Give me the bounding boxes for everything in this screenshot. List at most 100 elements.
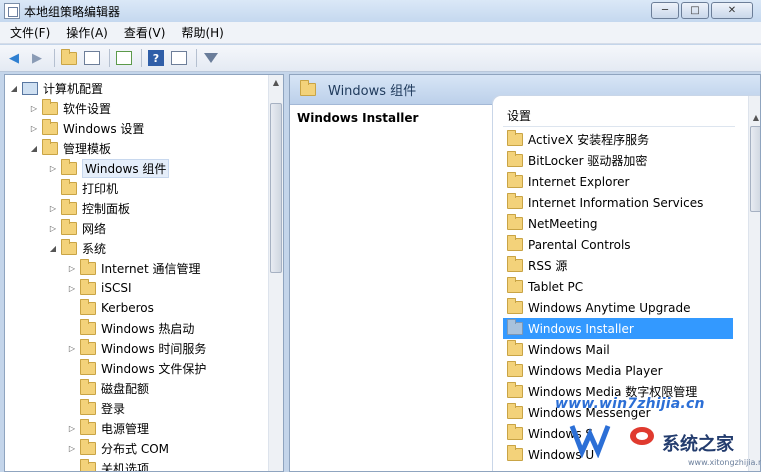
collapsed-triangle-icon[interactable]: ▷ bbox=[48, 223, 58, 233]
show-hide-tree-icon[interactable] bbox=[82, 48, 102, 68]
export-list-icon[interactable] bbox=[114, 48, 134, 68]
tree-item[interactable]: Kerberos bbox=[67, 298, 154, 318]
tree-item-label: 磁盘配额 bbox=[101, 381, 150, 396]
list-item[interactable]: Windows Anytime Upgrade bbox=[503, 297, 733, 318]
forward-arrow-icon[interactable]: ▶ bbox=[27, 48, 47, 68]
folder-icon bbox=[507, 403, 523, 419]
tree-pane[interactable]: ◢ 计算机配置 ▷ 软件设置 ▷ Windows 设置 ◢ 管理模板 ▷ Win… bbox=[4, 74, 284, 472]
folder-icon bbox=[61, 198, 77, 215]
settings-list[interactable]: 设置 ActiveX 安装程序服务 BitLocker 驱动器加密 Intern… bbox=[493, 96, 760, 471]
menu-file[interactable]: 文件(F) bbox=[2, 24, 58, 41]
tree-item[interactable]: Windows 热启动 bbox=[67, 318, 194, 338]
list-item[interactable]: NetMeeting bbox=[503, 213, 733, 234]
list-item[interactable]: Internet Explorer bbox=[503, 171, 733, 192]
properties-icon[interactable] bbox=[169, 48, 189, 68]
menu-help[interactable]: 帮助(H) bbox=[173, 24, 231, 41]
folder-icon bbox=[507, 445, 523, 461]
scroll-thumb[interactable] bbox=[750, 126, 760, 212]
list-item[interactable]: Windows Media Player bbox=[503, 360, 733, 381]
tree-item-label: 电源管理 bbox=[101, 421, 150, 436]
tree-item[interactable]: ▷ iSCSI bbox=[67, 278, 132, 298]
list-item[interactable]: Internet Information Services bbox=[503, 192, 733, 213]
folder-icon bbox=[80, 458, 96, 471]
toolbar-separator bbox=[54, 49, 55, 67]
folder-icon bbox=[507, 319, 523, 335]
list-item[interactable]: BitLocker 驱动器加密 bbox=[503, 150, 733, 171]
collapsed-triangle-icon[interactable]: ▷ bbox=[29, 103, 39, 113]
tree-item-label: 登录 bbox=[101, 401, 126, 416]
tree-item[interactable]: ▷ 控制面板 bbox=[48, 198, 130, 218]
folder-icon bbox=[507, 235, 523, 251]
close-button[interactable]: ✕ bbox=[711, 2, 753, 19]
tree-item-computer-config[interactable]: ◢ 计算机配置 bbox=[9, 78, 103, 98]
collapsed-triangle-icon[interactable]: ▷ bbox=[29, 123, 39, 133]
tree-item[interactable]: ◢ 管理模板 bbox=[29, 138, 111, 158]
folder-icon bbox=[80, 318, 96, 335]
tree-item-label: 软件设置 bbox=[63, 101, 112, 116]
watermark-url: www.win7zhijia.cn bbox=[555, 396, 705, 412]
tree-item[interactable]: ▷ Windows 设置 bbox=[29, 118, 144, 138]
folder-icon bbox=[507, 151, 523, 167]
list-item[interactable]: Parental Controls bbox=[503, 234, 733, 255]
collapsed-triangle-icon[interactable]: ▷ bbox=[67, 443, 77, 453]
details-pane: Windows 组件 Windows Installer 设置 ActiveX … bbox=[289, 74, 761, 472]
expanded-triangle-icon[interactable]: ◢ bbox=[48, 243, 58, 253]
scroll-thumb[interactable] bbox=[270, 103, 282, 273]
menu-action[interactable]: 操作(A) bbox=[58, 24, 116, 41]
tree-item-label: Internet 通信管理 bbox=[101, 261, 201, 276]
tree-item-label: 系统 bbox=[82, 241, 107, 256]
menu-view[interactable]: 查看(V) bbox=[116, 24, 174, 41]
list-item[interactable]: RSS 源 bbox=[503, 255, 733, 276]
list-item[interactable]: ActiveX 安装程序服务 bbox=[503, 129, 733, 150]
column-header-settings[interactable]: 设置 bbox=[507, 107, 531, 124]
tree-item[interactable]: ▷ 电源管理 bbox=[67, 418, 149, 438]
scroll-up-arrow-icon[interactable]: ▲ bbox=[749, 110, 760, 124]
folder-icon bbox=[42, 138, 58, 155]
back-arrow-icon[interactable]: ◀ bbox=[4, 48, 24, 68]
expanded-triangle-icon[interactable]: ◢ bbox=[29, 143, 39, 153]
expanded-triangle-icon[interactable]: ◢ bbox=[9, 83, 19, 93]
collapsed-triangle-icon[interactable]: ▷ bbox=[67, 343, 77, 353]
list-item[interactable]: Tablet PC bbox=[503, 276, 733, 297]
list-item-label: RSS 源 bbox=[528, 259, 568, 273]
folder-icon bbox=[80, 298, 96, 315]
folder-icon bbox=[507, 340, 523, 356]
scroll-up-arrow-icon[interactable]: ▲ bbox=[269, 75, 283, 89]
tree-item-label: 分布式 COM bbox=[101, 441, 169, 456]
tree-item[interactable]: 关机选项 bbox=[67, 458, 149, 471]
collapsed-triangle-icon[interactable]: ▷ bbox=[67, 423, 77, 433]
list-item[interactable]: Windows Mail bbox=[503, 339, 733, 360]
collapsed-triangle-icon[interactable]: ▷ bbox=[48, 163, 58, 173]
minimize-button[interactable]: ─ bbox=[651, 2, 679, 19]
up-folder-icon[interactable] bbox=[59, 48, 79, 68]
window-title: 本地组策略编辑器 bbox=[24, 4, 121, 19]
filter-icon[interactable] bbox=[201, 48, 221, 68]
tree-item[interactable]: ◢ 系统 bbox=[48, 238, 106, 258]
folder-icon bbox=[507, 424, 523, 440]
toolbar-separator bbox=[109, 49, 110, 67]
collapsed-triangle-icon[interactable]: ▷ bbox=[67, 283, 77, 293]
tree-item[interactable]: 磁盘配额 bbox=[67, 378, 149, 398]
list-scrollbar[interactable]: ▲ bbox=[748, 96, 760, 471]
tree-item[interactable]: ▷ 软件设置 bbox=[29, 98, 111, 118]
tree-item[interactable]: ▷ Internet 通信管理 bbox=[67, 258, 200, 278]
help-icon[interactable]: ? bbox=[146, 48, 166, 68]
tree-item-label: Kerberos bbox=[101, 301, 154, 315]
collapsed-triangle-icon[interactable]: ▷ bbox=[67, 263, 77, 273]
collapsed-triangle-icon[interactable]: ▷ bbox=[48, 203, 58, 213]
tree-scrollbar[interactable]: ▲ bbox=[268, 75, 283, 471]
tree-item-selected[interactable]: ▷ Windows 组件 bbox=[48, 158, 170, 178]
tree-item[interactable]: ▷ Windows 时间服务 bbox=[67, 338, 206, 358]
tree-item[interactable]: 打印机 bbox=[48, 178, 118, 198]
menu-bar: 文件(F) 操作(A) 查看(V) 帮助(H) bbox=[0, 22, 761, 44]
tree-item-label: Windows 热启动 bbox=[101, 321, 195, 336]
maximize-button[interactable]: □ bbox=[681, 2, 709, 19]
tree-item[interactable]: ▷ 网络 bbox=[48, 218, 106, 238]
tree-item[interactable]: 登录 bbox=[67, 398, 125, 418]
tree-item[interactable]: Windows 文件保护 bbox=[67, 358, 206, 378]
list-item-selected[interactable]: Windows Installer bbox=[503, 318, 733, 339]
tree-item[interactable]: ▷ 分布式 COM bbox=[67, 438, 169, 458]
